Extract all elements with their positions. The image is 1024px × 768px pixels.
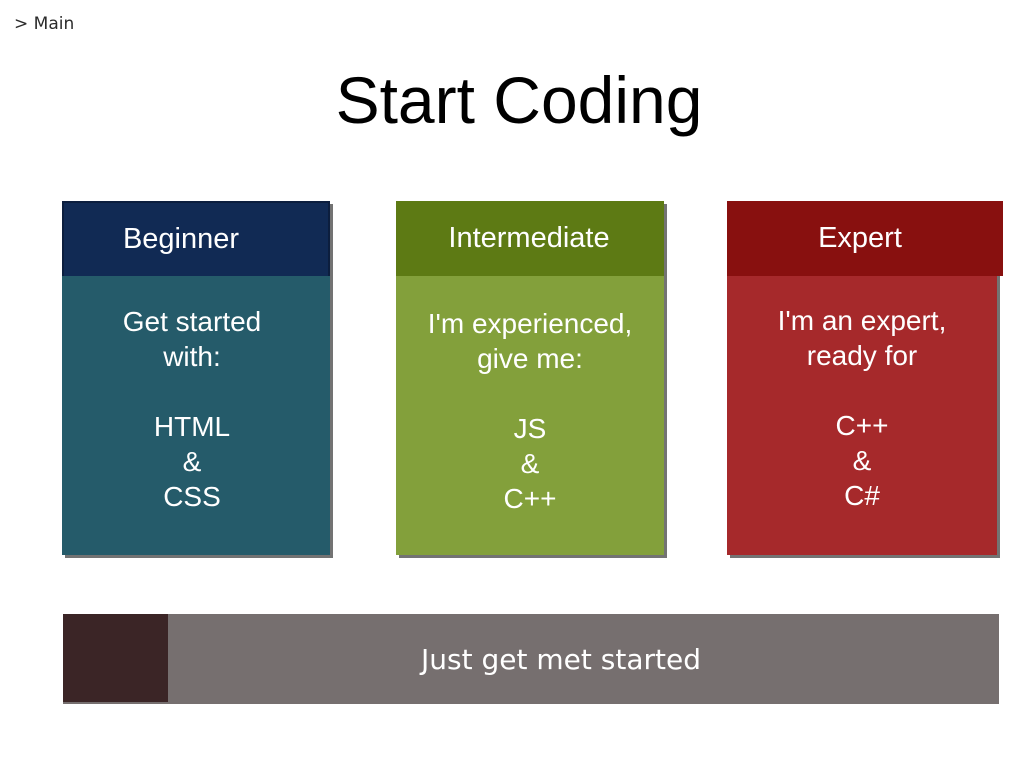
card-intermediate[interactable]: Intermediate I'm experienced, give me: J… bbox=[396, 201, 664, 555]
get-started-label: Just get met started bbox=[421, 642, 701, 676]
card-intermediate-body: I'm experienced, give me: JS & C++ bbox=[396, 276, 664, 516]
card-intermediate-heading: Intermediate bbox=[396, 201, 664, 276]
page-title: Start Coding bbox=[335, 63, 703, 137]
breadcrumb-main-link[interactable]: > Main bbox=[14, 14, 74, 34]
card-expert-heading: Expert bbox=[727, 201, 1003, 276]
card-expert-body: I'm an expert, ready for C++ & C# bbox=[727, 276, 997, 513]
card-beginner-body: Get started with: HTML & CSS bbox=[62, 276, 330, 514]
card-beginner-language-2: CSS bbox=[163, 481, 221, 512]
card-expert-intro-line-2: ready for bbox=[806, 340, 918, 371]
card-expert-intro-line-1: I'm an expert, bbox=[777, 305, 947, 336]
card-beginner-intro-line-2: with: bbox=[163, 341, 221, 372]
card-expert[interactable]: Expert I'm an expert, ready for C++ & C# bbox=[727, 201, 1003, 555]
card-intermediate-intro-line-1: I'm experienced, bbox=[427, 308, 633, 339]
get-started-button[interactable]: Just get met started bbox=[63, 614, 999, 704]
card-intermediate-joiner: & bbox=[520, 448, 540, 479]
card-intermediate-language-1: JS bbox=[513, 413, 547, 444]
card-intermediate-language-2: C++ bbox=[503, 483, 557, 514]
card-beginner-language-1: HTML bbox=[153, 411, 231, 442]
card-expert-language-2: C# bbox=[844, 480, 880, 511]
card-beginner-intro-line-1: Get started bbox=[122, 306, 262, 337]
card-intermediate-intro-line-2: give me: bbox=[477, 343, 583, 374]
card-beginner-heading: Beginner bbox=[62, 201, 330, 276]
card-expert-joiner: & bbox=[852, 445, 872, 476]
get-started-accent-block bbox=[63, 614, 168, 702]
card-beginner-joiner: & bbox=[182, 446, 202, 477]
card-beginner[interactable]: Beginner Get started with: HTML & CSS bbox=[62, 201, 330, 555]
card-expert-language-1: C++ bbox=[835, 410, 889, 441]
